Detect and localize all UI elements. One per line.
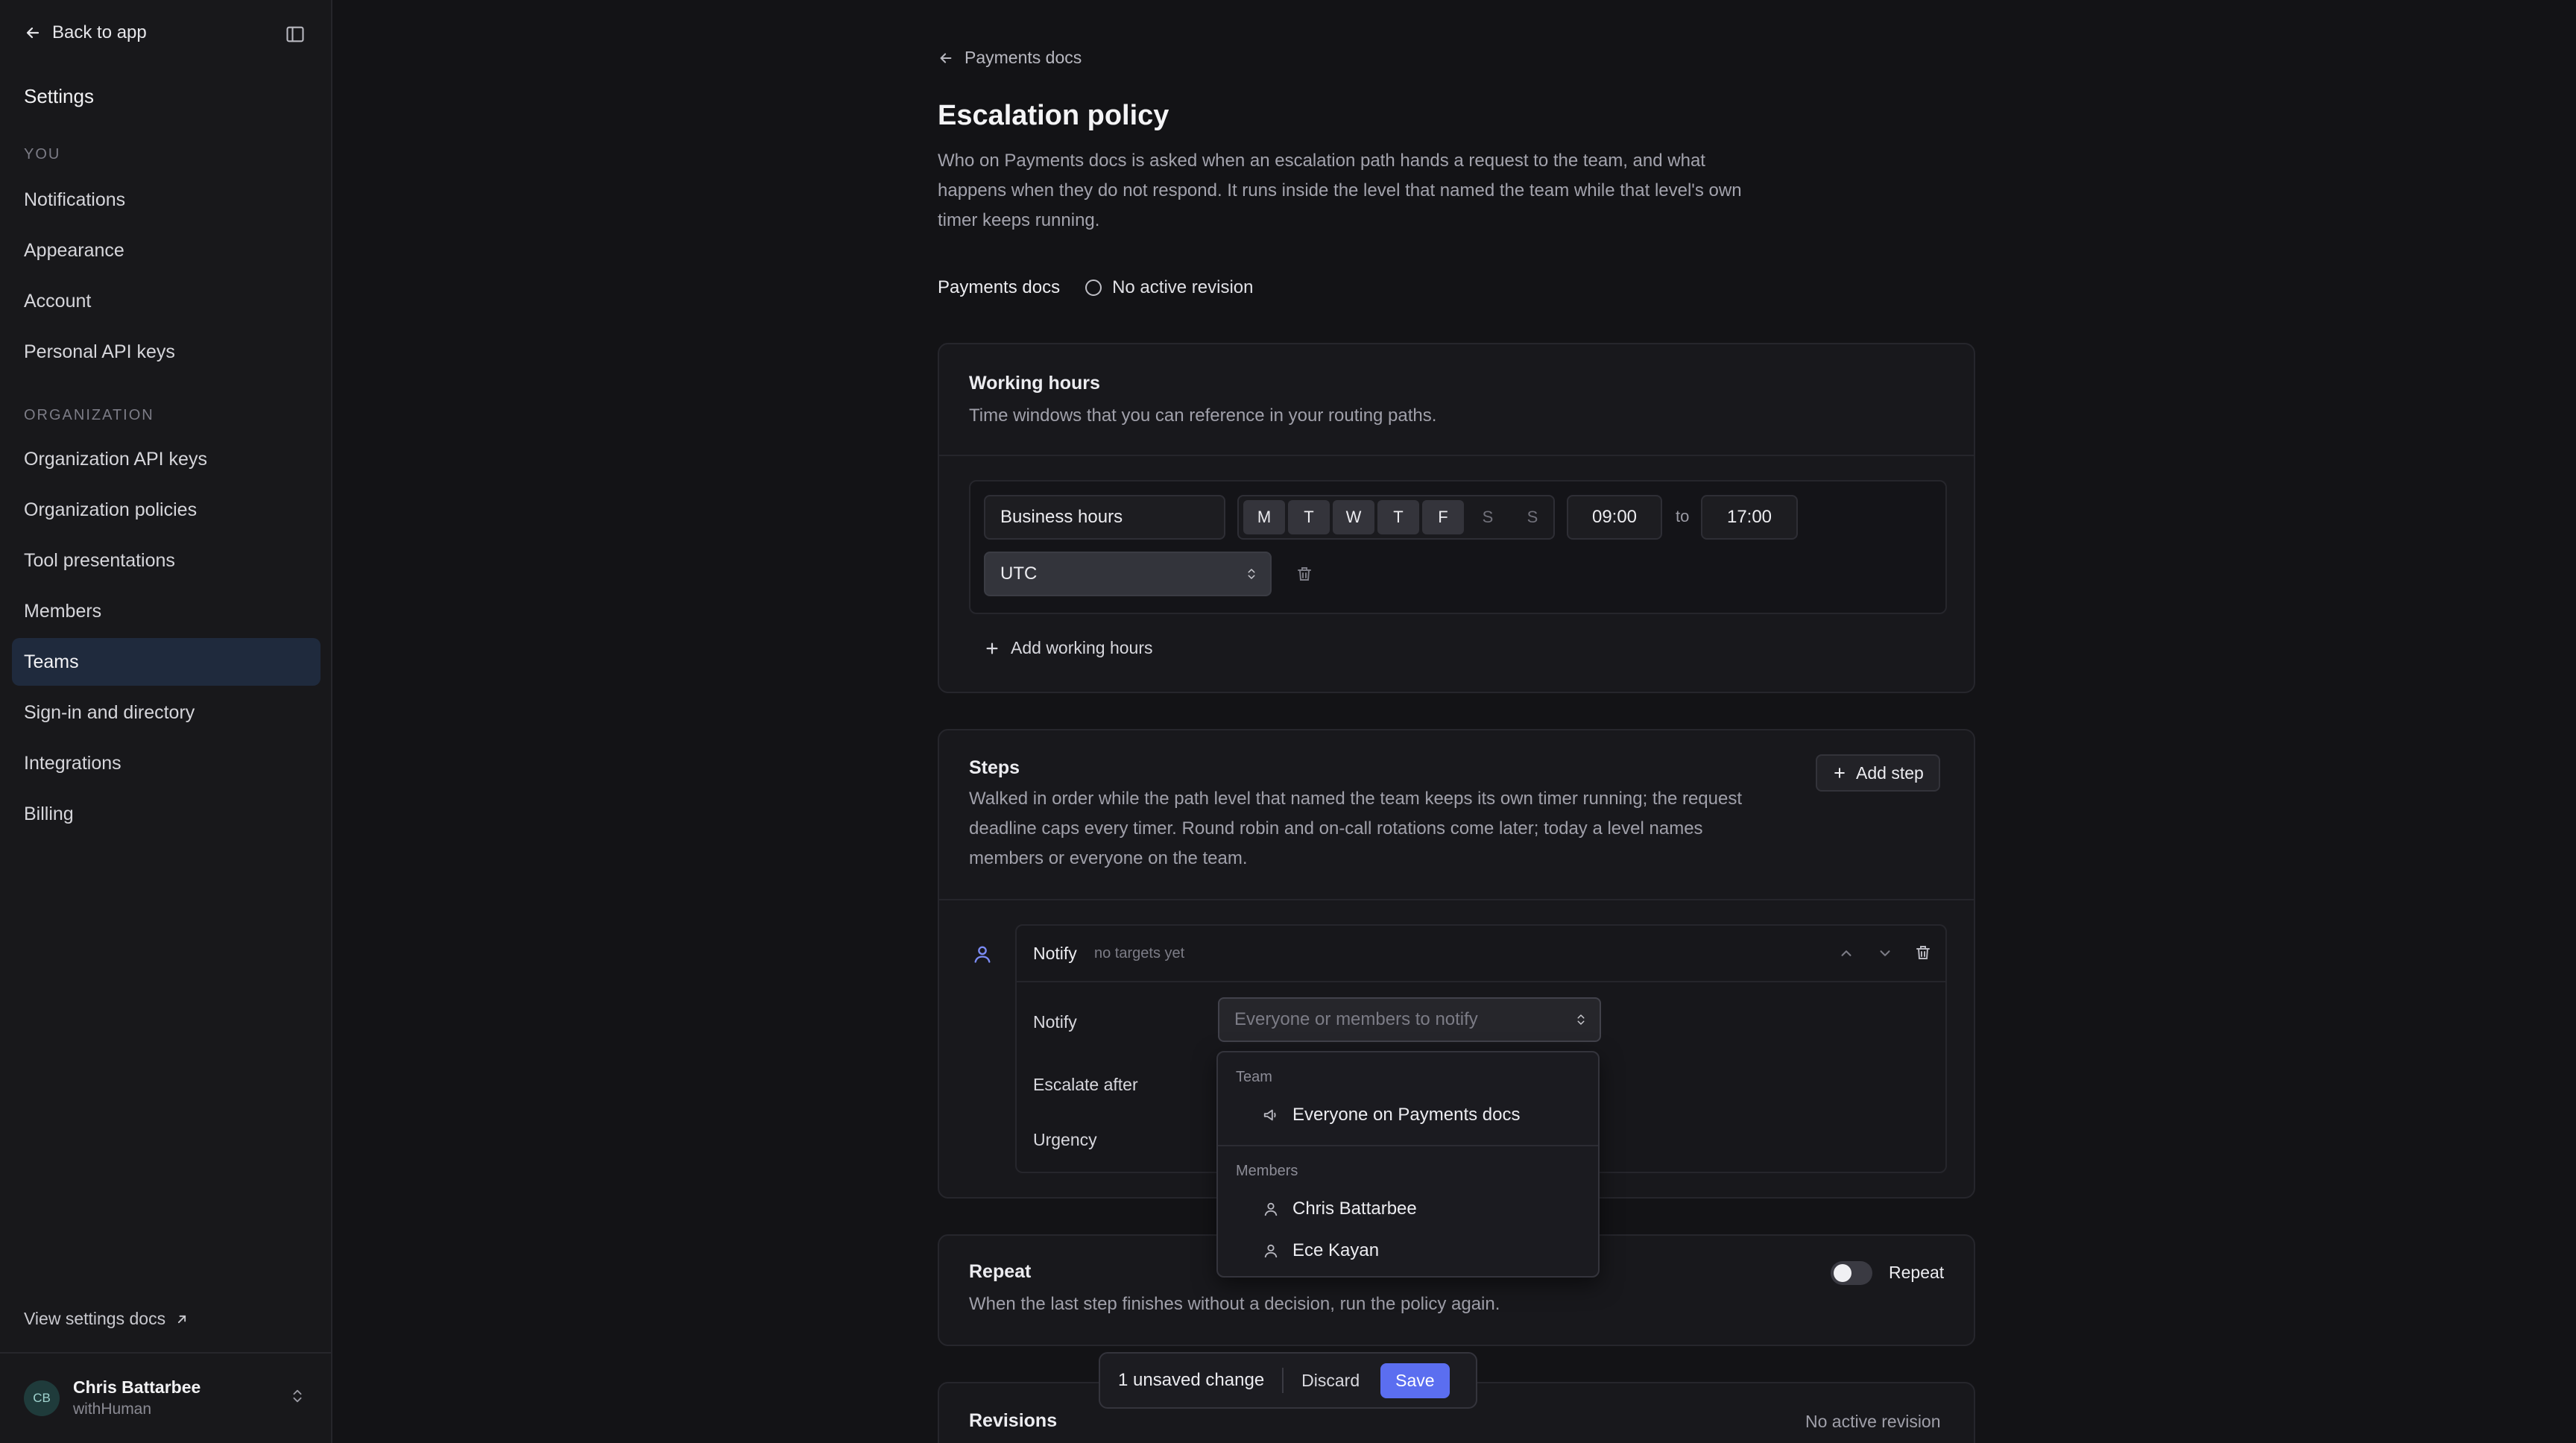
revisions-title: Revisions — [969, 1410, 1058, 1431]
trash-icon[interactable] — [1295, 565, 1313, 583]
chevron-up-down-icon — [1574, 1011, 1588, 1029]
team-revision-row: Payments docs No active revision — [938, 277, 1254, 298]
user-icon — [972, 944, 993, 964]
sidebar-item-sign-in-and-directory[interactable]: Sign-in and directory — [12, 689, 321, 736]
dropdown-option-member[interactable]: Chris Battarbee — [1263, 1199, 1417, 1219]
savebar-divider — [1282, 1368, 1284, 1393]
day-toggle-sunday[interactable]: S — [1512, 500, 1553, 534]
arrow-left-icon — [938, 50, 954, 66]
day-toggle-wednesday[interactable]: W — [1333, 500, 1374, 534]
sidebar-item-notifications[interactable]: Notifications — [12, 176, 321, 224]
day-toggle-saturday[interactable]: S — [1467, 500, 1509, 534]
dropdown-section-team: Team — [1236, 1069, 1272, 1085]
megaphone-icon — [1263, 1107, 1279, 1123]
to-label: to — [1676, 507, 1690, 525]
plus-icon — [984, 640, 1000, 657]
sidebar-item-tool-presentations[interactable]: Tool presentations — [12, 537, 321, 584]
user-icon — [1263, 1201, 1279, 1217]
plus-icon — [1832, 765, 1847, 780]
escalate-after-label: Escalate after — [1033, 1075, 1138, 1094]
chevron-down-icon[interactable] — [1877, 945, 1893, 962]
user-menu[interactable]: CB Chris Battarbee withHuman — [24, 1377, 201, 1418]
trash-icon[interactable] — [1914, 944, 1932, 962]
repeat-title: Repeat — [969, 1261, 1032, 1282]
sidebar-toggle-icon[interactable] — [285, 24, 307, 46]
working-hours-title: Working hours — [969, 373, 1100, 394]
dropdown-option-member[interactable]: Ece Kayan — [1263, 1240, 1379, 1261]
revision-status: No active revision — [1085, 277, 1254, 298]
back-to-app-link[interactable]: Back to app — [24, 22, 147, 43]
add-step-button[interactable]: Add step — [1816, 754, 1940, 792]
repeat-toggle-label: Repeat — [1889, 1263, 1945, 1282]
sidebar-divider — [0, 1352, 332, 1354]
urgency-label: Urgency — [1033, 1130, 1097, 1149]
sidebar-item-integrations[interactable]: Integrations — [12, 739, 321, 787]
start-time-input[interactable]: 09:00 — [1567, 495, 1662, 540]
toggle-knob — [1834, 1264, 1852, 1282]
avatar: CB — [24, 1380, 60, 1416]
arrow-left-icon — [24, 24, 42, 42]
page-description: Who on Payments docs is asked when an es… — [938, 151, 1742, 230]
day-toggle-monday[interactable]: M — [1243, 500, 1285, 534]
user-name: Chris Battarbee — [73, 1377, 201, 1397]
steps-description: Walked in order while the path level tha… — [969, 789, 1743, 868]
chevron-up-down-icon[interactable] — [289, 1386, 306, 1406]
repeat-toggle[interactable] — [1831, 1261, 1872, 1285]
back-to-app-label: Back to app — [52, 22, 147, 42]
sidebar-item-appearance[interactable]: Appearance — [12, 227, 321, 274]
settings-sidebar: Back to app Settings YOU Notifications A… — [0, 0, 332, 1443]
dropdown-section-members: Members — [1236, 1163, 1298, 1179]
save-button[interactable]: Save — [1380, 1363, 1450, 1398]
unsaved-changes-bar: 1 unsaved change Discard Save — [1099, 1352, 1477, 1409]
working-hours-name-input[interactable]: Business hours — [984, 495, 1225, 540]
discard-button[interactable]: Discard — [1301, 1371, 1360, 1391]
working-hours-card: Working hours Time windows that you can … — [938, 343, 1975, 693]
steps-title: Steps — [969, 757, 1020, 778]
step-type-label: Notify — [1033, 944, 1077, 963]
external-link-icon — [174, 1312, 189, 1327]
day-picker: M T W T F S S — [1237, 495, 1555, 540]
page-title: Escalation policy — [938, 100, 1169, 131]
revisions-status: No active revision — [1805, 1412, 1941, 1431]
chevron-up-down-icon — [1245, 565, 1258, 583]
notify-label: Notify — [1033, 1012, 1077, 1032]
step-hint: no targets yet — [1094, 945, 1185, 962]
circle-icon — [1085, 280, 1102, 296]
user-icon — [1263, 1243, 1279, 1259]
user-org: withHuman — [73, 1401, 152, 1418]
sidebar-item-billing[interactable]: Billing — [12, 790, 321, 838]
unsaved-count: 1 unsaved change — [1118, 1370, 1265, 1390]
day-toggle-thursday[interactable]: T — [1377, 500, 1419, 534]
settings-title: Settings — [24, 85, 94, 107]
card-divider — [939, 899, 1974, 900]
end-time-input[interactable]: 17:00 — [1701, 495, 1798, 540]
day-toggle-tuesday[interactable]: T — [1288, 500, 1330, 534]
repeat-description: When the last step finishes without a de… — [969, 1294, 1500, 1314]
notify-dropdown-menu: Team Everyone on Payments docs Members C… — [1216, 1051, 1600, 1278]
dropdown-option-everyone[interactable]: Everyone on Payments docs — [1263, 1105, 1521, 1125]
view-settings-docs-link[interactable]: View settings docs — [24, 1309, 189, 1329]
section-label-organization: ORGANIZATION — [24, 407, 154, 423]
dropdown-divider — [1218, 1145, 1598, 1146]
timezone-select[interactable]: UTC — [984, 552, 1272, 596]
sidebar-item-account[interactable]: Account — [12, 277, 321, 325]
notify-select[interactable]: Everyone or members to notify — [1218, 997, 1601, 1042]
breadcrumb[interactable]: Payments docs — [938, 48, 1082, 68]
breadcrumb-label: Payments docs — [965, 48, 1082, 67]
card-divider — [939, 455, 1974, 456]
sidebar-item-organization-policies[interactable]: Organization policies — [12, 486, 321, 534]
chevron-up-icon[interactable] — [1838, 945, 1854, 962]
day-toggle-friday[interactable]: F — [1422, 500, 1464, 534]
sidebar-item-organization-api-keys[interactable]: Organization API keys — [12, 435, 321, 483]
team-name: Payments docs — [938, 277, 1061, 297]
step-header: Notify no targets yet — [1017, 926, 1945, 982]
sidebar-item-members[interactable]: Members — [12, 587, 321, 635]
sidebar-item-personal-api-keys[interactable]: Personal API keys — [12, 328, 321, 376]
working-hours-entry: Business hours M T W T F S S 09:00 to 17… — [969, 480, 1947, 614]
add-working-hours-button[interactable]: Add working hours — [984, 638, 1153, 658]
working-hours-description: Time windows that you can reference in y… — [969, 405, 1437, 426]
section-label-you: YOU — [24, 146, 61, 162]
sidebar-item-teams[interactable]: Teams — [12, 638, 321, 686]
